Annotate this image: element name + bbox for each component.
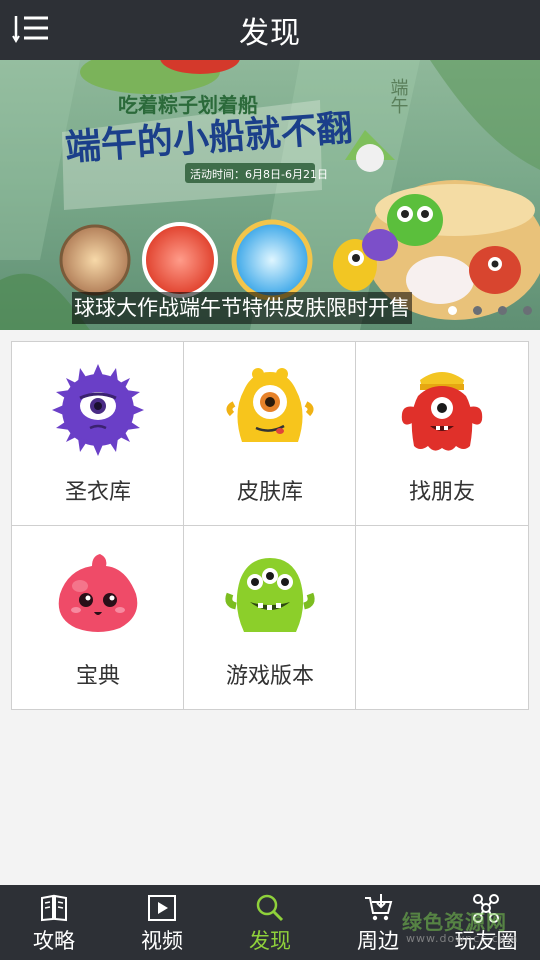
play-icon	[148, 895, 176, 921]
purple-monster-icon	[52, 364, 144, 456]
grid-item-youxibanben[interactable]: 游戏版本	[184, 526, 356, 710]
watermark: 绿色资源网 www.downcc.com	[402, 906, 517, 945]
search-icon	[256, 894, 284, 922]
tab-label: 发现	[249, 929, 291, 953]
grid-item-pifuku[interactable]: 皮肤库	[184, 342, 356, 526]
tab-label: 周边	[357, 929, 399, 953]
discover-grid: 圣衣库 皮肤库 找朋友 宝典 游戏版本	[11, 341, 529, 710]
watermark-text: 绿色资源网	[402, 910, 507, 934]
grid-item-shengyiku[interactable]: 圣衣库	[12, 342, 184, 526]
tab-shipin[interactable]: 视频	[108, 885, 216, 960]
pink-blob-icon	[58, 554, 138, 632]
page-title: 发现	[239, 16, 301, 51]
pager-dot[interactable]	[498, 306, 507, 315]
banner-activity-time: 活动时间：6月8日-6月21日	[190, 168, 328, 181]
grid-item-label: 找朋友	[408, 480, 475, 505]
top-header: 发现	[0, 0, 540, 60]
grid-item-baodian[interactable]: 宝典	[12, 526, 184, 710]
tab-label: 攻略	[33, 929, 75, 953]
banner-side-text: 端午	[388, 78, 409, 114]
banner-artwork: 吃着粽子划着船 端午的小船就不翻 活动时间：6月8日-6月21日 端午	[0, 60, 540, 330]
pager-dot[interactable]	[473, 306, 482, 315]
grid-item-label: 圣衣库	[64, 480, 131, 505]
green-monster-icon	[225, 558, 315, 632]
watermark-url: www.downcc.com	[406, 932, 519, 945]
promo-banner[interactable]: 吃着粽子划着船 端午的小船就不翻 活动时间：6月8日-6月21日 端午 球球大作…	[0, 60, 540, 330]
cart-icon	[365, 894, 393, 921]
tab-faxian[interactable]: 发现	[216, 885, 324, 960]
banner-caption: 球球大作战端午节特供皮肤限时开售	[72, 292, 412, 324]
banner-headline-small: 吃着粽子划着船	[118, 93, 258, 117]
tab-gonglue[interactable]: 攻略	[0, 885, 108, 960]
list-menu-icon[interactable]	[12, 14, 52, 46]
book-icon	[41, 894, 67, 922]
grid-item-label: 宝典	[75, 664, 120, 689]
grid-item-label: 皮肤库	[236, 480, 303, 505]
red-monster-icon	[401, 372, 483, 451]
pager-dot[interactable]	[523, 306, 532, 315]
yellow-monster-icon	[226, 368, 314, 442]
pager-dot[interactable]	[448, 306, 457, 315]
grid-item-zhaopengyou[interactable]: 找朋友	[356, 342, 528, 526]
grid-item-label: 游戏版本	[225, 664, 314, 689]
tab-label: 视频	[141, 929, 183, 953]
